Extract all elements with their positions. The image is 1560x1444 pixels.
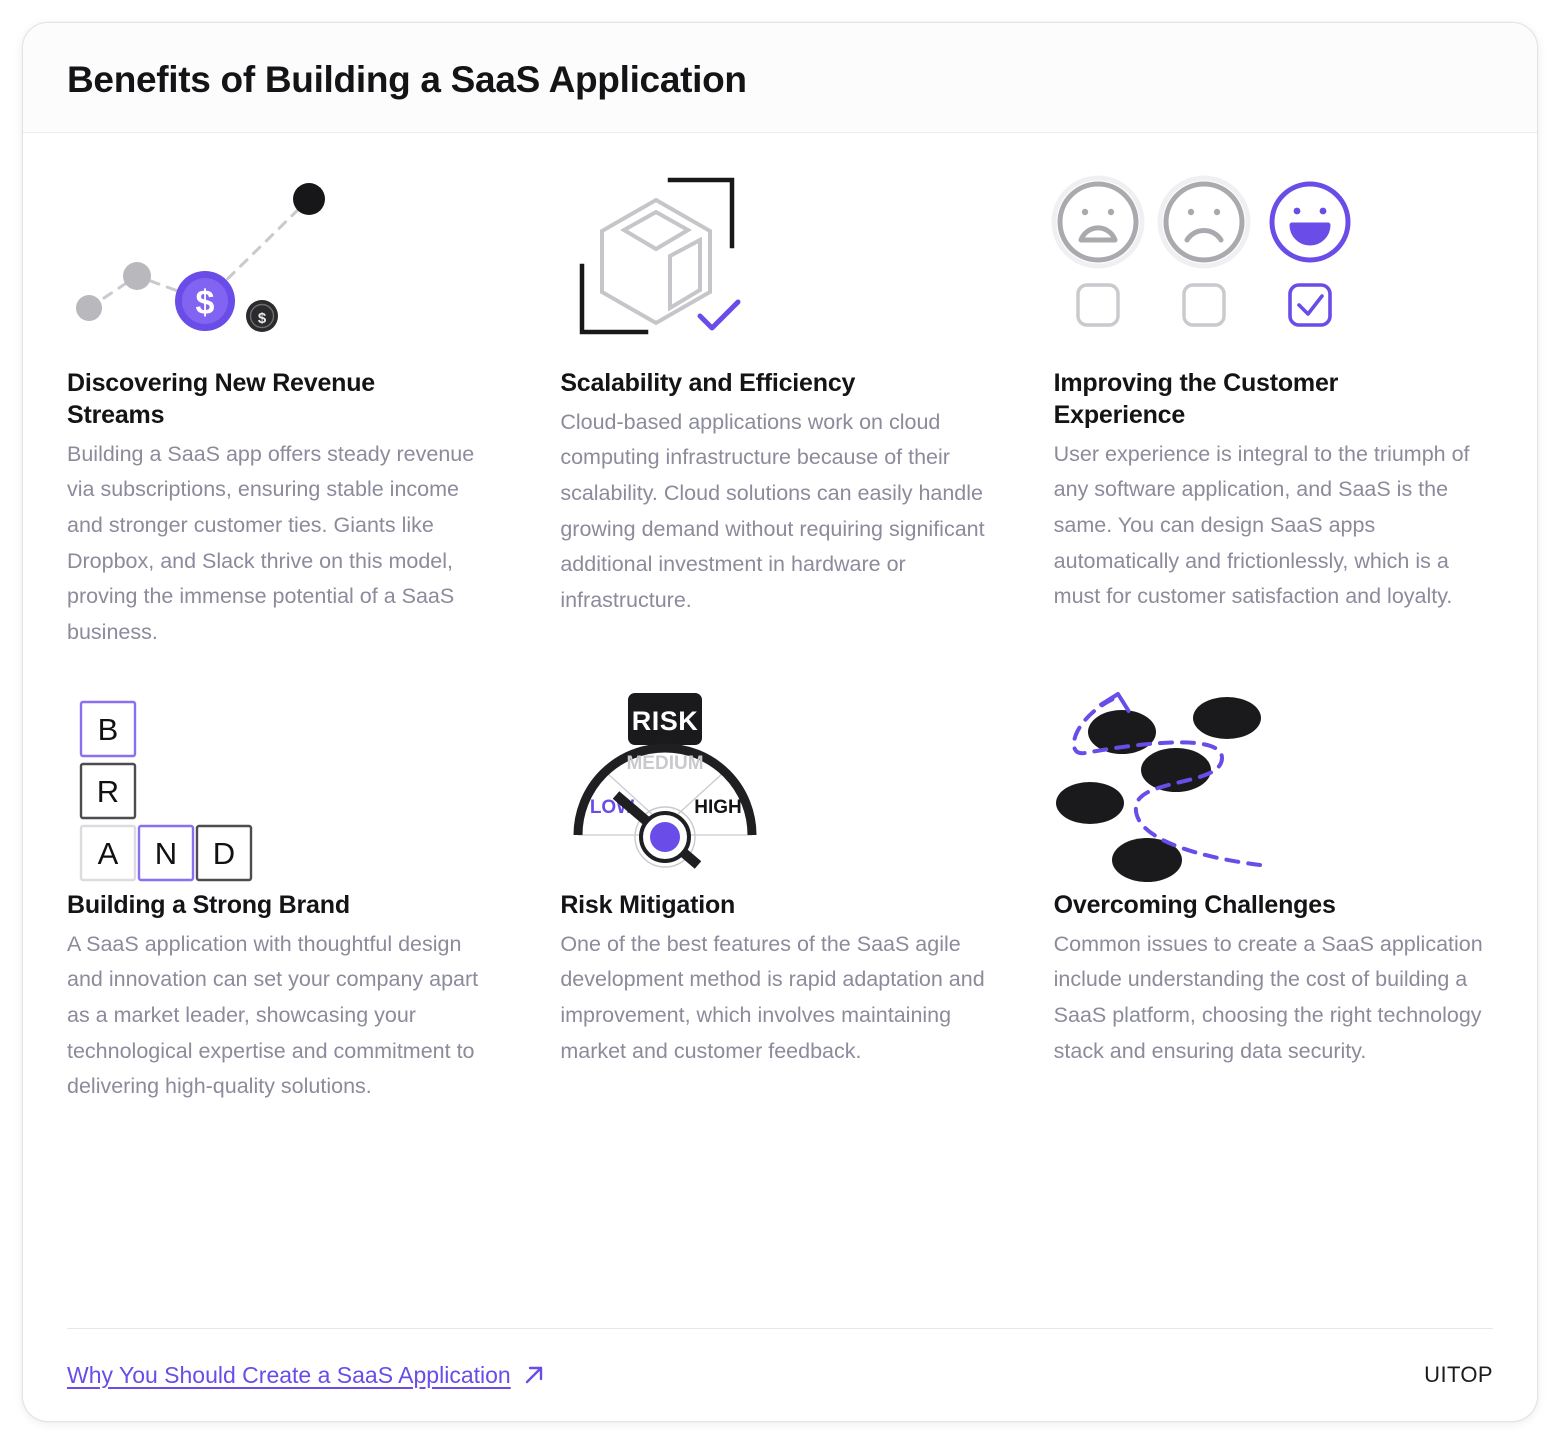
icon-container-revenue: $ $	[67, 163, 506, 353]
brand-letter-a: A	[79, 824, 137, 881]
risk-badge: RISK	[628, 692, 703, 745]
brand-letter-d: D	[195, 824, 253, 881]
benefit-title: Improving the Customer Experience	[1053, 368, 1339, 429]
benefit-card-risk: RISK LOW MEDIUM HIGH Risk Mitigation One…	[560, 685, 999, 1105]
card-header: Benefits of Building a SaaS Application	[23, 23, 1537, 133]
satisfaction-faces-icon	[1051, 175, 1351, 327]
benefit-title: Overcoming Challenges	[1053, 890, 1336, 919]
brand-letter-r: R	[79, 762, 137, 819]
checkbox-unchecked-1	[1075, 282, 1120, 327]
icon-container-brand: B R A N D	[67, 685, 506, 881]
brand-letters-icon: B R A N D	[79, 700, 253, 881]
checkbox-unchecked-2	[1181, 282, 1226, 327]
risk-gauge-icon: RISK LOW MEDIUM HIGH	[573, 692, 757, 869]
svg-text:D: D	[213, 836, 235, 871]
benefit-description: Cloud-based applications work on cloud c…	[560, 409, 985, 612]
arrow-up-right-icon	[525, 1366, 542, 1384]
benefit-title: Building a Strong Brand	[67, 890, 350, 919]
winding-path-obstacles-icon	[1055, 691, 1262, 882]
benefit-title: Discovering New Revenue Streams	[67, 368, 376, 429]
checkbox-checked	[1287, 282, 1332, 327]
obstacle-2	[1192, 696, 1261, 739]
obstacle-4	[1055, 781, 1124, 824]
brand-letter-b: B	[79, 700, 137, 757]
benefit-description: User experience is integral to the trium…	[1053, 441, 1470, 609]
benefit-card-scalability: Scalability and Efficiency Cloud-based a…	[560, 163, 999, 651]
face-neutral-icon	[1051, 175, 1145, 269]
small-coin-dollar-symbol: $	[258, 310, 267, 327]
check-icon	[697, 299, 741, 331]
gauge-hub	[650, 821, 681, 852]
coin-dollar-symbol: $	[196, 284, 215, 322]
icon-container-experience	[1051, 163, 1493, 353]
benefit-title: Risk Mitigation	[560, 890, 736, 919]
face-happy-icon	[1269, 181, 1351, 263]
benefit-description: Building a SaaS app offers steady revenu…	[67, 441, 475, 644]
brand-logo: UITOP	[1424, 1362, 1493, 1387]
gauge-label-medium: MEDIUM	[627, 753, 704, 774]
svg-text:B: B	[98, 712, 119, 747]
gauge-label-high: HIGH	[695, 797, 743, 818]
benefit-description: Common issues to create a SaaS applicati…	[1053, 931, 1483, 1063]
benefit-card-challenges: Overcoming Challenges Common issues to c…	[1054, 685, 1493, 1105]
icon-container-risk: RISK LOW MEDIUM HIGH	[560, 685, 999, 875]
benefit-card-brand: B R A N D Building a Strong Brand A SaaS…	[67, 685, 506, 1105]
cta-link-label: Why You Should Create a SaaS Application	[67, 1361, 511, 1388]
footer-row: Why You Should Create a SaaS Application…	[67, 1329, 1493, 1421]
obstacle-3	[1140, 747, 1211, 792]
infographic-card: Benefits of Building a SaaS Application	[22, 22, 1538, 1422]
page-root: Benefits of Building a SaaS Application	[0, 0, 1560, 1444]
benefit-title: Scalability and Efficiency	[560, 368, 856, 397]
brand-letter-n: N	[137, 824, 195, 881]
svg-text:RISK: RISK	[632, 706, 699, 736]
revenue-chart-icon: $ $	[76, 182, 325, 332]
benefits-grid: $ $ Discovering New Revenue Streams Buil…	[67, 163, 1493, 1106]
card-footer: Why You Should Create a SaaS Application…	[23, 1328, 1537, 1421]
svg-text:N: N	[155, 836, 177, 871]
benefit-description: A SaaS application with thoughtful desig…	[67, 931, 479, 1099]
card-body: $ $ Discovering New Revenue Streams Buil…	[23, 133, 1537, 1328]
page-title: Benefits of Building a SaaS Application	[67, 59, 747, 100]
cta-link[interactable]: Why You Should Create a SaaS Application	[67, 1362, 547, 1389]
cube-scalability-icon	[580, 177, 741, 334]
benefit-card-revenue: $ $ Discovering New Revenue Streams Buil…	[67, 163, 506, 651]
benefit-card-experience: Improving the Customer Experience User e…	[1051, 163, 1493, 651]
svg-text:A: A	[98, 836, 119, 871]
face-sad-icon	[1157, 175, 1251, 269]
icon-container-scalability	[560, 163, 999, 353]
icon-container-challenges	[1054, 685, 1493, 882]
svg-text:R: R	[97, 774, 119, 809]
benefit-description: One of the best features of the SaaS agi…	[560, 931, 985, 1063]
